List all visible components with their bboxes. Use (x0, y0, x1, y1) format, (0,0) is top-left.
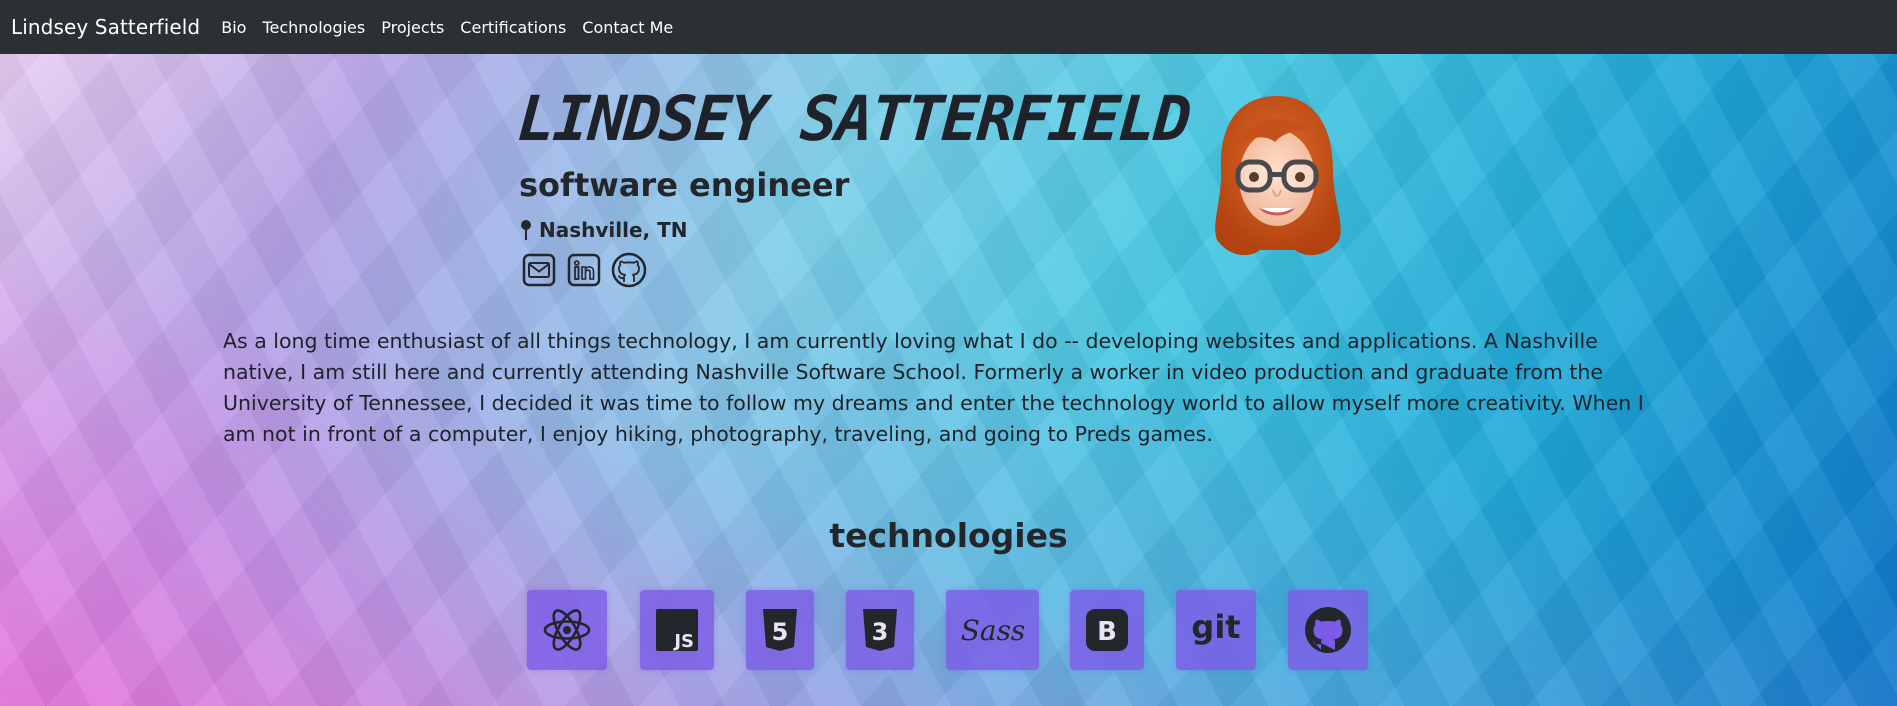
nav-link-projects[interactable]: Projects (381, 18, 444, 37)
css3-icon: 3 (846, 590, 914, 670)
memoji-avatar (1215, 96, 1341, 256)
mail-icon[interactable] (521, 252, 557, 288)
technologies-title: technologies (829, 516, 1068, 555)
github-icon[interactable] (611, 252, 647, 288)
location: Nashville, TN (519, 218, 688, 242)
brand-link[interactable]: Lindsey Satterfield (11, 15, 200, 39)
social-links (521, 252, 647, 288)
github-icon (1288, 590, 1368, 670)
git-icon: git (1176, 590, 1256, 670)
nav-link-bio[interactable]: Bio (221, 18, 246, 37)
nav-link-contact[interactable]: Contact Me (582, 18, 673, 37)
sass-label: Sass (960, 614, 1025, 647)
react-icon (527, 590, 607, 670)
bio-text: As a long time enthusiast of all things … (223, 329, 1644, 446)
navbar: Lindsey Satterfield Bio Technologies Pro… (0, 0, 1897, 54)
role-title: software engineer (519, 166, 850, 204)
technologies-list: JS 5 3 Sass B git (0, 590, 1897, 670)
main-content: LINDSEY SATTERFIELD software engineer Na… (0, 0, 1897, 706)
git-label: git (1191, 608, 1240, 646)
css3-label: 3 (872, 618, 889, 646)
linkedin-icon[interactable] (566, 252, 602, 288)
nav-link-certifications[interactable]: Certifications (460, 18, 566, 37)
html5-icon: 5 (746, 590, 814, 670)
javascript-label: JS (672, 631, 694, 652)
nav-link-technologies[interactable]: Technologies (262, 18, 365, 37)
javascript-icon: JS (640, 590, 714, 670)
location-text: Nashville, TN (539, 218, 688, 242)
bootstrap-label: B (1097, 617, 1117, 647)
bootstrap-icon: B (1070, 590, 1144, 670)
hero-name: LINDSEY SATTERFIELD (515, 82, 1192, 155)
html5-label: 5 (772, 618, 789, 646)
sass-icon: Sass (946, 590, 1039, 670)
map-pin-icon (521, 220, 531, 240)
